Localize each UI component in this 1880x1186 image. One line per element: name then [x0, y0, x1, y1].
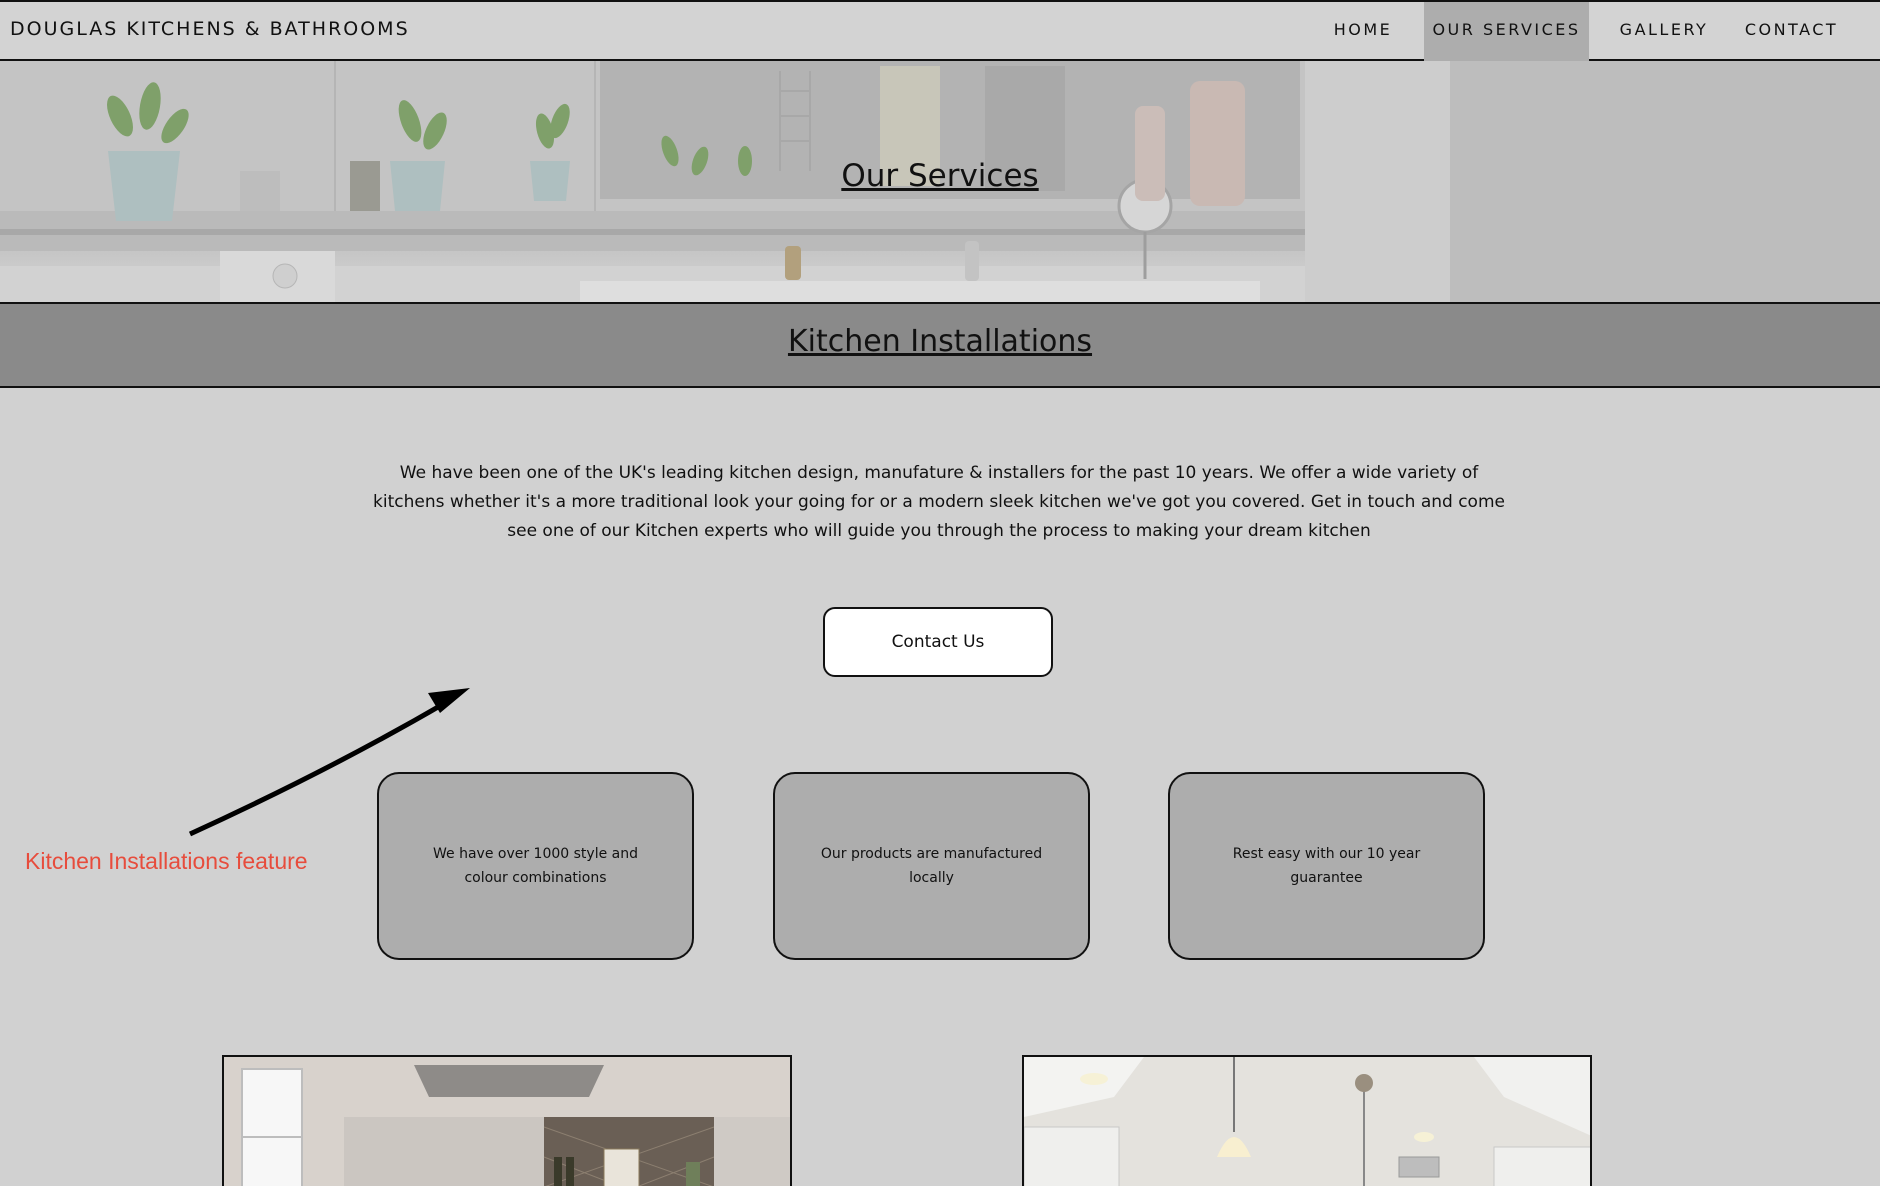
- section-description: We have been one of the UK's leading kit…: [373, 463, 1505, 541]
- section-title: Kitchen Installations: [787, 324, 1093, 359]
- nav-home[interactable]: HOME: [1318, 2, 1408, 61]
- nav-contact-us[interactable]: CONTACT US: [1729, 2, 1854, 94]
- feature-card-styles: We have over 1000 style and colour combi…: [377, 772, 694, 960]
- nav-gallery[interactable]: GALLERY: [1614, 2, 1714, 61]
- feature-card-local: Our products are manufactured locally: [773, 772, 1090, 960]
- hero-banner: Our Services: [0, 61, 1880, 304]
- nav-our-services[interactable]: OUR SERVICES: [1424, 2, 1589, 61]
- contact-us-button[interactable]: Contact Us: [823, 607, 1053, 677]
- section-header-band: Kitchen Installations: [0, 304, 1880, 388]
- kitchen-photo-left: [222, 1055, 792, 1186]
- annotation-label: Kitchen Installations feature: [25, 848, 308, 874]
- feature-card-guarantee: Rest easy with our 10 year guarantee: [1168, 772, 1485, 960]
- kitchen-photo-right: [1022, 1055, 1592, 1186]
- top-navbar: DOUGLAS KITCHENS & BATHROOMS HOME OUR SE…: [0, 0, 1880, 94]
- brand-name[interactable]: DOUGLAS KITCHENS & BATHROOMS: [10, 18, 410, 40]
- hero-title: Our Services: [841, 158, 1039, 194]
